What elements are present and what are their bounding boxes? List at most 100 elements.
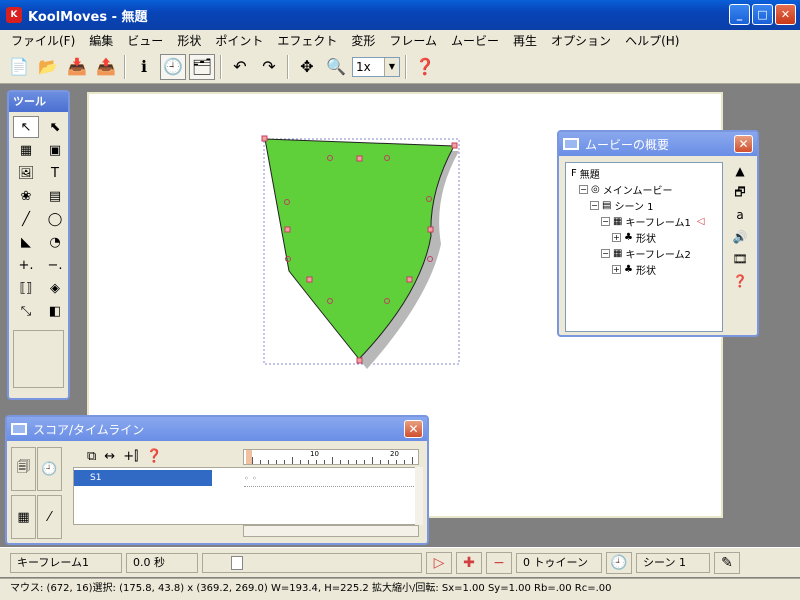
import-icon[interactable]: 📥 <box>64 54 90 80</box>
info-icon[interactable]: ℹ <box>131 54 157 80</box>
arrow-tool-icon[interactable]: ↖ <box>13 116 39 138</box>
insert-frame-icon[interactable]: +⫿ <box>123 449 138 464</box>
time-field[interactable]: 0.0 秒 <box>126 552 198 573</box>
sound-icon[interactable]: 🔊 <box>731 228 749 246</box>
vertical-scrollbar[interactable] <box>415 467 423 525</box>
keyframe-field[interactable]: キーフレーム1 <box>10 552 122 573</box>
menu-view[interactable]: ビュー <box>120 32 170 49</box>
collapse-icon[interactable]: − <box>590 200 599 210</box>
close-icon[interactable]: ✕ <box>734 135 753 153</box>
gradient-tool-icon[interactable]: ▣ <box>42 139 68 161</box>
menu-options[interactable]: オプション <box>544 32 618 49</box>
subselect-tool-icon[interactable]: ⬉ <box>42 116 68 138</box>
scene-field[interactable]: シーン 1 <box>636 552 710 573</box>
menu-movie[interactable]: ムービー <box>444 32 506 49</box>
text-tool-icon[interactable]: T <box>42 162 68 184</box>
handle[interactable] <box>306 276 313 283</box>
menu-point[interactable]: ポイント <box>208 32 270 49</box>
clock-tab-icon[interactable]: 🕘 <box>37 447 62 491</box>
keyframe-marker[interactable]: ◦ <box>252 474 257 483</box>
handle[interactable] <box>427 226 434 233</box>
curve-point-icon[interactable]: ⟦⟧ <box>13 277 39 299</box>
undo-icon[interactable]: ↶ <box>227 54 253 80</box>
menu-help[interactable]: ヘルプ(H) <box>618 32 686 49</box>
paint-bucket-icon[interactable]: ◈ <box>42 277 68 299</box>
handle[interactable] <box>261 135 268 142</box>
play-icon[interactable]: ▷ <box>426 551 452 574</box>
minimize-button[interactable]: _ <box>729 4 750 25</box>
tree-node[interactable]: − ▦ キーフレーム1 ◁ <box>568 213 720 229</box>
menu-edit[interactable]: 編集 <box>82 32 120 49</box>
properties-icon[interactable]: 🗗 <box>731 184 749 202</box>
library-tool-icon[interactable]: ▤ <box>42 185 68 207</box>
new-file-icon[interactable]: 📄 <box>6 54 32 80</box>
green-shape[interactable] <box>264 138 455 360</box>
handle[interactable] <box>356 155 363 162</box>
remove-frame-icon[interactable]: − <box>486 551 512 574</box>
collapse-icon[interactable]: − <box>601 248 610 258</box>
open-file-icon[interactable]: 📂 <box>35 54 61 80</box>
expand-icon[interactable]: + <box>612 264 621 274</box>
movie-overview-icon[interactable]: 🗂 <box>189 53 215 80</box>
zoom-icon[interactable]: 🔍 <box>323 54 349 80</box>
menu-transform[interactable]: 変形 <box>344 32 382 49</box>
maximize-button[interactable]: □ <box>752 4 773 25</box>
layers-tab-icon[interactable]: 🗐 <box>11 447 36 491</box>
shadow-tool-icon[interactable]: ◧ <box>42 300 68 322</box>
transform-tool-icon[interactable]: ⤡ <box>13 300 39 322</box>
close-icon[interactable]: ✕ <box>404 420 423 438</box>
timeline-ruler[interactable]: 10 20 <box>243 449 419 465</box>
tree-node[interactable]: F 無題 <box>568 165 720 181</box>
keyframe-marker[interactable]: ◦ <box>244 474 249 483</box>
menu-frame[interactable]: フレーム <box>382 32 444 49</box>
clock-icon[interactable]: 🕘 <box>606 551 632 574</box>
pan-icon[interactable]: ✥ <box>294 54 320 80</box>
resize-icon[interactable]: ↔ <box>104 449 115 464</box>
polygon-tool-icon[interactable]: ◣ <box>13 231 39 253</box>
line-tool-icon[interactable]: ╱ <box>13 208 39 230</box>
handle[interactable] <box>451 142 458 149</box>
tree-node[interactable]: − ▤ シーン 1 <box>568 197 720 213</box>
ellipse-tool-icon[interactable]: ◯ <box>42 208 68 230</box>
scene-edit-icon[interactable]: ✎ <box>714 551 740 574</box>
tree-node[interactable]: + ♣ 形状 <box>568 229 720 245</box>
add-layer-icon[interactable]: ⧉ <box>87 449 96 464</box>
text-icon[interactable]: a <box>731 206 749 224</box>
scroll-up-icon[interactable]: ▲ <box>731 162 749 180</box>
tree-node[interactable]: − ◎ メインムービー <box>568 181 720 197</box>
image-tool-icon[interactable]: 🖼 <box>13 162 39 184</box>
chevron-down-icon[interactable]: ▼ <box>384 57 399 76</box>
add-point-icon[interactable]: +. <box>13 254 39 276</box>
menu-effect[interactable]: エフェクト <box>270 32 344 49</box>
timeline-icon[interactable]: 🕘 <box>160 53 186 80</box>
grid-tab-icon[interactable]: ▦ <box>11 495 36 539</box>
frame-slider[interactable] <box>202 552 422 573</box>
redo-icon[interactable]: ↷ <box>256 54 282 80</box>
handle[interactable] <box>406 276 413 283</box>
menu-file[interactable]: ファイル(F) <box>4 32 82 49</box>
handle[interactable] <box>284 226 291 233</box>
help-icon[interactable]: ❓ <box>146 449 162 464</box>
close-button[interactable]: ✕ <box>775 4 796 25</box>
film-icon[interactable]: 🎞 <box>731 250 749 268</box>
arc-tool-icon[interactable]: ◔ <box>42 231 68 253</box>
help-icon[interactable]: ❓ <box>412 54 438 80</box>
collapse-icon[interactable]: − <box>579 184 588 194</box>
fill-edit-tool-icon[interactable]: ▦ <box>13 139 39 161</box>
handle[interactable] <box>356 357 363 364</box>
menu-shape[interactable]: 形状 <box>170 32 208 49</box>
export-icon[interactable]: 📤 <box>93 54 119 80</box>
tree-node[interactable]: + ♣ 形状 <box>568 261 720 277</box>
zoom-select[interactable]: 1x ▼ <box>352 56 400 77</box>
layer-row[interactable]: S1 <box>74 470 212 486</box>
menu-play[interactable]: 再生 <box>506 32 544 49</box>
tween-field[interactable]: 0 トゥイーン <box>516 552 602 573</box>
add-frame-icon[interactable]: ✚ <box>456 551 482 574</box>
help-icon[interactable]: ❓ <box>731 272 749 290</box>
expand-icon[interactable]: + <box>612 232 621 242</box>
button-tool-icon[interactable]: ❀ <box>13 185 39 207</box>
horizontal-scrollbar[interactable] <box>243 525 419 537</box>
wand-tab-icon[interactable]: ⁄ <box>37 495 62 539</box>
collapse-icon[interactable]: − <box>601 216 610 226</box>
slider-thumb[interactable] <box>231 555 243 570</box>
